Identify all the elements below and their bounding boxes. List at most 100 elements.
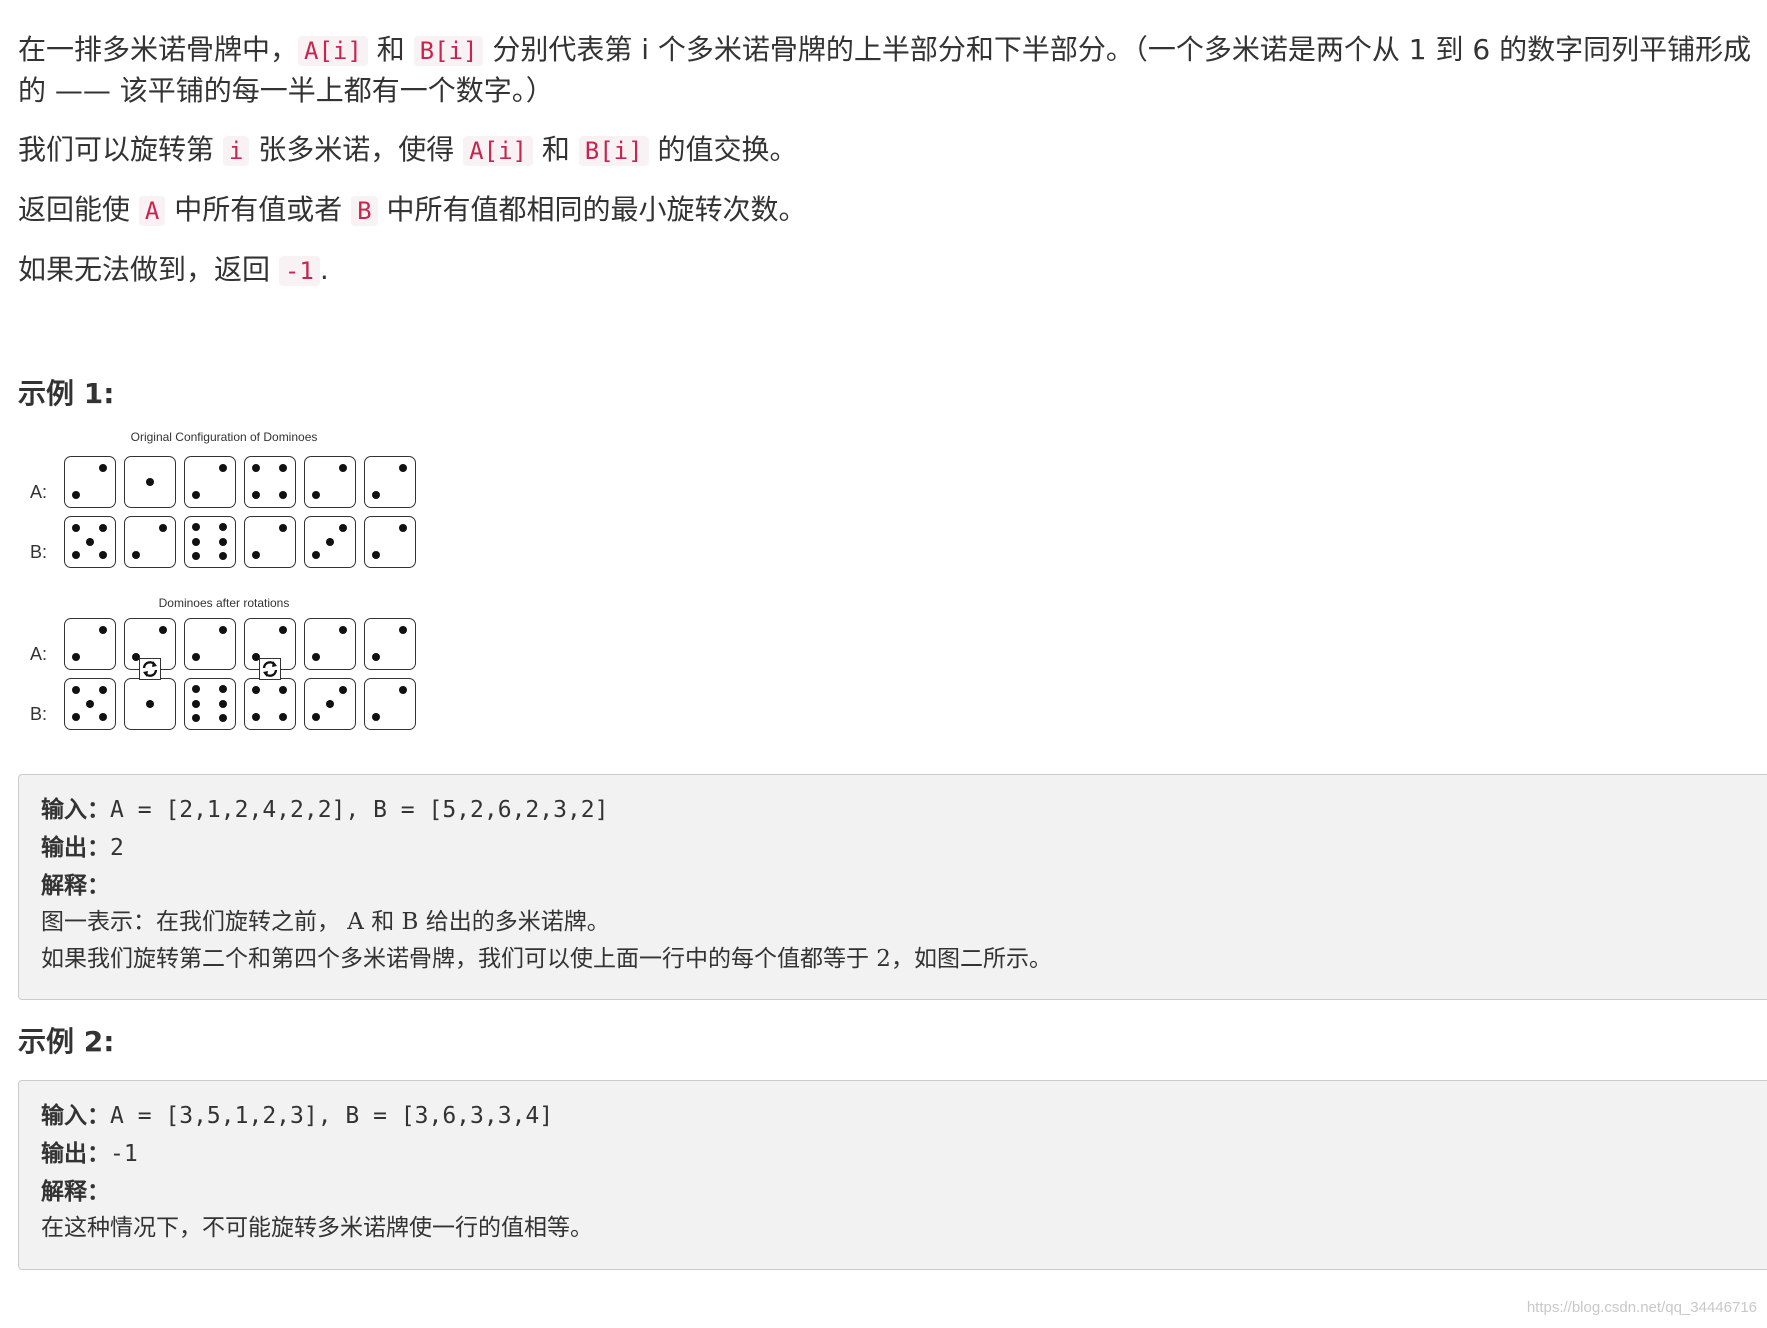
domino-pip	[371, 551, 380, 560]
domino-pip	[71, 523, 80, 532]
domino-pip	[159, 523, 168, 532]
intro-text: 中所有值或者	[165, 193, 352, 226]
domino-face	[64, 678, 116, 730]
explanation-label: 解释：	[41, 1178, 110, 1205]
domino-pip	[85, 699, 94, 708]
inline-code: A[i]	[463, 136, 533, 166]
domino-pip	[71, 491, 80, 500]
domino-pip	[399, 523, 408, 532]
domino-pip	[99, 713, 108, 722]
domino-face	[184, 678, 236, 730]
domino-face	[184, 516, 236, 568]
figure-title-rotated: Dominoes after rotations	[158, 596, 290, 610]
domino-pip	[191, 537, 200, 546]
inline-code: B[i]	[578, 136, 649, 166]
domino-face	[64, 516, 116, 568]
watermark: https://blog.csdn.net/qq_34446716	[1526, 1299, 1757, 1316]
domino-pip	[339, 463, 348, 472]
domino-pip	[251, 551, 260, 560]
domino-face	[184, 456, 236, 508]
output-line: 输出：2	[41, 829, 1765, 867]
explanation-line: 图一表示：在我们旋转之前， A 和 B 给出的多米诺牌。	[41, 909, 610, 935]
domino-pip	[279, 685, 288, 694]
intro-paragraph-1: 在一排多米诺骨牌中， A[i] 和 B[i] 分别代表第 i 个多米诺骨牌的上半部…	[18, 30, 1758, 111]
domino-face	[304, 456, 356, 508]
domino-pip	[339, 523, 348, 532]
domino-pip	[71, 713, 80, 722]
domino-pip	[311, 713, 320, 722]
domino-pip	[219, 625, 228, 634]
domino-pip	[99, 551, 108, 560]
domino-pip	[99, 625, 108, 634]
explanation-label: 解释：	[41, 872, 110, 899]
domino-face	[244, 456, 296, 508]
domino-face	[364, 516, 416, 568]
output-line: 输出：-1	[41, 1135, 1765, 1173]
domino-pip	[191, 653, 200, 662]
domino-pip	[311, 653, 320, 662]
domino-pip	[159, 625, 168, 634]
domino-face	[364, 456, 416, 508]
explanation-line: 在这种情况下，不可能旋转多米诺牌使一行的值相等。	[41, 1215, 593, 1241]
example-1-heading: 示例 1:	[18, 377, 115, 410]
domino-pip	[371, 653, 380, 662]
domino-pip	[99, 685, 108, 694]
domino-face	[184, 618, 236, 670]
intro-text: 的值交换。	[648, 133, 798, 166]
inline-code: A	[138, 196, 166, 226]
intro-text: 中所有值都相同的最小旋转次数。	[377, 193, 807, 226]
input-line: 输入：A = [2,1,2,4,2,2], B = [5,2,6,2,3,2]	[41, 791, 1765, 829]
domino-pip	[311, 491, 320, 500]
input-label: 输入：	[41, 796, 110, 823]
output-label: 输出：	[41, 1140, 110, 1167]
figure-title-original: Original Configuration of Dominoes	[130, 430, 318, 444]
inline-code: A[i]	[298, 36, 368, 66]
output-value: -1	[110, 1141, 138, 1167]
domino-pip	[279, 491, 288, 500]
domino-pip	[71, 551, 80, 560]
domino-pip	[371, 491, 380, 500]
inline-code: -1	[278, 256, 320, 286]
domino-pip	[219, 522, 228, 531]
domino-pip	[85, 537, 94, 546]
domino-pip	[279, 625, 288, 634]
domino-pip	[279, 463, 288, 472]
intro-text: .	[319, 253, 329, 286]
row-label-b: B:	[30, 704, 48, 724]
domino-face	[124, 678, 176, 730]
domino-face	[244, 678, 296, 730]
domino-face	[364, 618, 416, 670]
domino-pip	[131, 551, 140, 560]
example-2-code-block: 输入：A = [3,5,1,2,3], B = [3,6,3,3,4] 输出：-1…	[18, 1080, 1767, 1270]
domino-pip	[311, 551, 320, 560]
domino-pip	[191, 714, 200, 723]
row-label-a: A:	[30, 482, 48, 502]
domino-face	[304, 516, 356, 568]
inline-code: i	[222, 136, 250, 166]
row-label-b: B:	[30, 542, 48, 562]
output-label: 输出：	[41, 834, 110, 861]
domino-pip	[145, 477, 154, 486]
domino-face	[304, 678, 356, 730]
input-value: A = [2,1,2,4,2,2], B = [5,2,6,2,3,2]	[110, 797, 609, 823]
domino-pip	[339, 625, 348, 634]
domino-pip	[219, 537, 228, 546]
domino-pip	[219, 463, 228, 472]
domino-pip	[371, 713, 380, 722]
domino-face	[124, 456, 176, 508]
intro-text: 和	[367, 33, 414, 66]
domino-pip	[251, 685, 260, 694]
intro-text: 我们可以旋转第	[18, 133, 223, 166]
inline-code: B[i]	[413, 36, 484, 66]
input-value: A = [3,5,1,2,3], B = [3,6,3,3,4]	[110, 1103, 554, 1129]
explanation-line: 如果我们旋转第二个和第四个多米诺骨牌，我们可以使上面一行中的每个值都等于 2，如…	[41, 946, 1052, 972]
domino-pip	[251, 713, 260, 722]
domino-pip	[71, 685, 80, 694]
rotate-arrows-icon	[139, 658, 161, 680]
domino-pip	[99, 523, 108, 532]
intro-text: 张多米诺，使得	[249, 133, 464, 166]
domino-pip	[325, 699, 334, 708]
domino-pip	[325, 537, 334, 546]
domino-pip	[191, 699, 200, 708]
domino-pip	[219, 552, 228, 561]
